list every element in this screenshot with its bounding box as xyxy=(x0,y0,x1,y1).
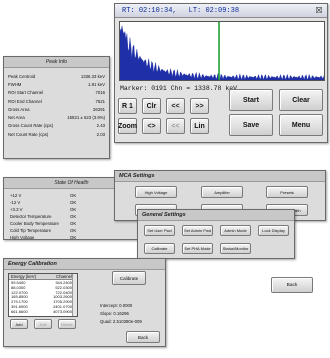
peak-value: 15821 ± 623 (3.9%) xyxy=(67,115,105,121)
peak-value: 7521 xyxy=(95,98,105,104)
soh-row: Cooler Body Temperature OK xyxy=(4,220,139,227)
scroll-left-disabled-button[interactable]: << xyxy=(166,118,185,134)
soh-status: OK xyxy=(70,228,77,233)
calibrate-button[interactable]: Calibrate xyxy=(112,271,146,285)
spectrum-trace xyxy=(120,25,324,80)
peak-info-title: Peak Info xyxy=(4,57,109,68)
peak-label: Net Count Rate (cps) xyxy=(8,131,49,137)
peak-row: Peak Centroid 1336.33 keV xyxy=(4,72,109,80)
peak-value: 2.03 xyxy=(96,131,105,137)
peak-label: ROI Start Channel xyxy=(8,90,44,96)
marker-readout: Marker: 0191 Chn = 1338.78 keV xyxy=(120,85,238,92)
peak-row: Gross Count Rate (cps) 2.43 xyxy=(4,122,109,130)
back-button[interactable]: Back xyxy=(126,331,160,343)
peak-row: Gross Area 26291 xyxy=(4,105,109,113)
soh-status: OK xyxy=(70,221,77,226)
soh-label: Cold Tip Temperature xyxy=(10,228,52,233)
amplifier-button[interactable]: Amplifier xyxy=(201,186,243,198)
peak-row: ROI Start Channel 7016 xyxy=(4,89,109,97)
intercept-readout: Intercept: 0.0000 xyxy=(100,303,133,308)
rt-value: 02:10:34, xyxy=(138,6,177,15)
soh-status: OK xyxy=(70,193,77,198)
peak-row: ROI End Channel 7521 xyxy=(4,97,109,105)
channel-cell: 4073.0900 xyxy=(53,308,72,314)
zoom-button[interactable]: Zoom xyxy=(118,118,137,134)
clear-button[interactable]: Clear xyxy=(279,89,323,111)
general-back-button[interactable]: Back xyxy=(271,277,313,293)
set-user-pwd-button[interactable]: Set User Pwd xyxy=(144,225,175,236)
scroll-left-button[interactable]: << xyxy=(166,98,185,114)
peak-info-window: Peak Info Peak Centroid 1336.33 keV FWHM 1… xyxy=(3,56,110,159)
soh-status: OK xyxy=(70,207,77,212)
mca-title-bar: RT: 02:10:34, LT: 02:09:38 xyxy=(115,4,327,18)
presets-button[interactable]: Presets xyxy=(266,186,308,198)
add-button[interactable]: Add xyxy=(10,319,28,329)
peak-label: Gross Count Rate (cps) xyxy=(8,123,54,129)
menu-button[interactable]: Menu xyxy=(279,114,323,136)
expand-button[interactable]: <> xyxy=(142,118,161,134)
general-settings-window: General Settings Set User Pwd Set Admin … xyxy=(137,209,295,259)
mca-spectrum-window: RT: 02:10:34, LT: 02:09:38 ☒ Marker: 019… xyxy=(114,3,328,143)
soh-label: High Voltage xyxy=(10,235,35,240)
soh-row: High Voltage OK xyxy=(4,234,139,240)
peak-row: Net Area 15821 ± 623 (3.9%) xyxy=(4,113,109,121)
high-voltage-button[interactable]: High Voltage xyxy=(135,186,177,198)
slope-readout: Slope: 0.16296 xyxy=(100,311,129,316)
clr-button[interactable]: Clr xyxy=(142,98,161,114)
spectrum-area xyxy=(120,25,324,80)
admin-mode-button[interactable]: Admin Mode xyxy=(220,225,251,236)
peak-value: 7016 xyxy=(95,90,105,96)
soh-label: Detector Temperature xyxy=(10,214,52,219)
peak-label: Gross Area xyxy=(8,106,30,112)
soh-status: OK xyxy=(70,200,77,205)
table-row[interactable]: 661.6600 4073.0900 xyxy=(9,309,77,314)
mca-settings-title: MCA Settings xyxy=(115,171,325,182)
channel-column-header: Channel xyxy=(55,274,72,279)
peak-label: Net Area xyxy=(8,115,25,121)
start-button[interactable]: Start xyxy=(229,89,273,111)
rt-label: RT: xyxy=(122,6,135,15)
r1-button[interactable]: R 1 xyxy=(118,98,137,114)
quad-readout: Quad: 2.510380e-009 xyxy=(100,319,142,324)
close-icon[interactable]: ☒ xyxy=(314,6,324,16)
soh-label: +12 V xyxy=(10,193,22,198)
peak-row: Net Count Rate (cps) 2.03 xyxy=(4,130,109,138)
calibrate-menu-button[interactable]: Calibrate xyxy=(144,243,175,254)
peak-value: 1.91 keV xyxy=(88,81,105,87)
set-admin-pwd-button[interactable]: Set Admin Pwd xyxy=(182,225,213,236)
table-scrollbar[interactable] xyxy=(72,274,77,316)
energy-cell: 661.6600 xyxy=(11,308,28,314)
peak-label: FWHM xyxy=(8,81,22,87)
delete-button[interactable]: Delete xyxy=(58,319,76,329)
lt-label: LT: xyxy=(188,6,202,15)
peak-value: 26291 xyxy=(93,106,105,112)
general-settings-title: General Settings xyxy=(138,210,294,221)
energy-calibration-title: Energy Calibration xyxy=(4,259,165,270)
peak-value: 2.43 xyxy=(96,123,105,129)
edit-button[interactable]: Edit xyxy=(34,319,52,329)
soh-row: Cold Tip Temperature OK xyxy=(4,227,139,234)
energy-calibration-window: Energy Calibration Energy (keV) Channel … xyxy=(3,258,166,347)
soh-label: Cooler Body Temperature xyxy=(10,221,59,226)
soh-status: OK xyxy=(70,214,77,219)
peak-value: 1336.33 keV xyxy=(80,73,105,79)
peak-label: ROI End Channel xyxy=(8,98,42,104)
soh-label: +3.3 V xyxy=(10,207,23,212)
save-button[interactable]: Save xyxy=(229,114,273,136)
soh-status: OK xyxy=(70,235,77,240)
energy-column-header: Energy (keV) xyxy=(11,274,37,279)
calibration-table[interactable]: Energy (keV) Channel 59.5400 344.2400 88.… xyxy=(8,273,78,317)
soh-label: -12 V xyxy=(10,200,21,205)
lt-value: 02:09:38 xyxy=(205,6,240,15)
set-pha-mode-button[interactable]: Set PHA Mode xyxy=(182,243,213,254)
status-monitor-button[interactable]: Status/Monitor xyxy=(220,243,251,254)
lin-log-button[interactable]: Lin xyxy=(190,118,209,134)
spectrum-plot[interactable] xyxy=(119,21,325,81)
lock-display-button[interactable]: Lock Display xyxy=(258,225,289,236)
peak-label: Peak Centroid xyxy=(8,73,36,79)
scroll-right-button[interactable]: >> xyxy=(190,98,209,114)
peak-row: FWHM 1.91 keV xyxy=(4,80,109,88)
